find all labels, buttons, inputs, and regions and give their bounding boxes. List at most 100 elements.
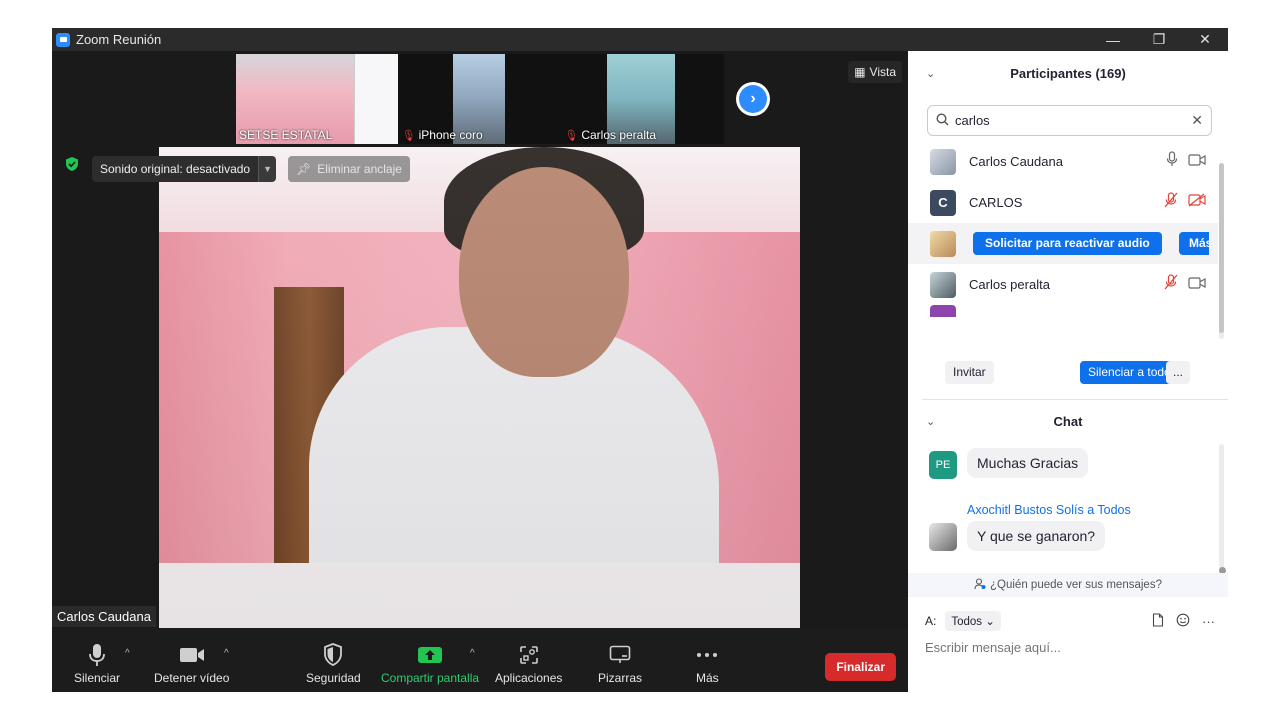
window-title: Zoom Reunión: [76, 32, 162, 47]
mute-button[interactable]: Silenciar: [74, 642, 120, 685]
thumbnail-setse-estatal[interactable]: SETSE ESTATAL: [236, 54, 399, 144]
original-sound-toggle[interactable]: Sonido original: desactivado ▼: [92, 156, 277, 182]
collapse-participants-icon[interactable]: ⌄: [926, 67, 935, 80]
avatar: [929, 523, 957, 551]
restore-button[interactable]: ❐: [1136, 28, 1182, 51]
video-camera-icon[interactable]: [1188, 276, 1206, 294]
invite-button[interactable]: Invitar: [945, 361, 994, 384]
recipient-select[interactable]: Todos ⌄: [945, 611, 1001, 631]
chevron-right-icon: ›: [739, 85, 767, 113]
avatar: [930, 271, 956, 298]
shield-icon: [323, 642, 343, 668]
search-value[interactable]: carlos: [955, 113, 1185, 128]
more-dots-icon[interactable]: ···: [1202, 614, 1215, 629]
chat-message: Muchas Gracias: [967, 448, 1089, 478]
zoom-app-icon: [56, 32, 70, 47]
chat-title: Chat: [1053, 413, 1083, 429]
end-meeting-button[interactable]: Finalizar: [825, 653, 896, 681]
participant-row[interactable]: [908, 305, 1218, 317]
apps-button[interactable]: Aplicaciones: [495, 642, 562, 685]
participants-header: ⌄ Participantes (169): [908, 51, 1228, 95]
stop-video-button[interactable]: Detener vídeo: [154, 642, 229, 685]
mic-muted-icon[interactable]: [1164, 274, 1178, 295]
clear-search-icon[interactable]: ✕: [1191, 112, 1203, 129]
avatar: [930, 230, 956, 257]
chevron-down-icon: ⌄: [985, 616, 995, 628]
video-area: SETSE ESTATAL 🎙︎ iPhone coro 🎙︎ Carlos p…: [52, 51, 908, 628]
avatar: [930, 148, 956, 175]
emoji-icon[interactable]: [1176, 613, 1190, 630]
video-off-icon[interactable]: [1188, 193, 1206, 212]
more-dots-icon: [696, 642, 718, 668]
request-unmute-button[interactable]: Solicitar para reactivar audio: [973, 232, 1162, 255]
participant-name: Carlos Caudana: [969, 154, 1063, 169]
participants-scrollbar[interactable]: [1219, 163, 1224, 339]
encryption-shield-icon[interactable]: [64, 156, 80, 172]
more-button[interactable]: Más: [696, 642, 719, 685]
participant-row[interactable]: Carlos peralta: [908, 264, 1218, 305]
participants-more-button[interactable]: ...: [1166, 361, 1190, 384]
whiteboards-button[interactable]: Pizarras: [598, 642, 642, 685]
share-screen-button[interactable]: Compartir pantalla: [381, 642, 479, 685]
participant-actions: Invitar Silenciar a todos ...: [908, 361, 1228, 389]
participant-list: Carlos Caudana C CARLOS Solicitar para r…: [908, 141, 1218, 317]
search-icon: [936, 112, 949, 129]
meeting-toolbar: Silenciar ^ Detener vídeo ^ Seguridad Co…: [52, 628, 908, 692]
apps-icon: [519, 642, 539, 668]
panel-divider: [922, 399, 1228, 400]
who-can-see-messages-link[interactable]: ¿Quién puede ver sus mensajes?: [908, 573, 1228, 597]
title-bar: Zoom Reunión — ❐ ✕: [52, 28, 1228, 51]
audio-options-caret-icon[interactable]: ^: [125, 648, 130, 659]
thumbnail-name: iPhone coro: [418, 128, 483, 142]
video-camera-icon[interactable]: [1188, 153, 1206, 171]
avatar: [930, 305, 956, 317]
mic-muted-icon: 🎙︎: [401, 129, 416, 142]
recipient-value: Todos: [951, 616, 983, 628]
video-options-caret-icon[interactable]: ^: [224, 648, 229, 659]
speaker-name-tag: Carlos Caudana: [52, 606, 156, 627]
to-label: A:: [925, 614, 937, 628]
chat-message: Y que se ganaron?: [967, 521, 1106, 551]
more-label: Más: [696, 671, 719, 685]
minimize-button[interactable]: —: [1090, 28, 1136, 51]
view-label: Vista: [869, 65, 896, 79]
participant-name: CARLOS: [969, 195, 1023, 210]
thumbnail-iphone-coro[interactable]: 🎙︎ iPhone coro: [398, 54, 562, 144]
chat-scrollbar[interactable]: [1219, 444, 1226, 574]
thumbnail-carlos-peralta[interactable]: 🎙︎ Carlos peralta: [561, 54, 725, 144]
grid-icon: ▦: [854, 65, 866, 79]
recipient-row: A: Todos ⌄ ···: [925, 610, 1215, 632]
file-icon[interactable]: [1152, 612, 1164, 630]
microphone-icon[interactable]: [1166, 151, 1178, 172]
share-screen-label: Compartir pantalla: [381, 671, 480, 685]
view-button[interactable]: ▦ Vista: [848, 61, 902, 83]
mic-muted-icon[interactable]: [1164, 192, 1178, 213]
mic-muted-icon: 🎙︎: [564, 129, 579, 142]
participant-row[interactable]: Solicitar para reactivar audio Más: [908, 223, 1218, 264]
participant-row[interactable]: C CARLOS: [908, 182, 1218, 223]
participant-more-button[interactable]: Más: [1179, 232, 1209, 255]
chat-sender[interactable]: Axochitl Bustos Solís a Todos: [967, 503, 1131, 517]
stop-video-label: Detener vídeo: [154, 671, 230, 685]
next-page-button[interactable]: ›: [736, 82, 770, 116]
chat-message-input[interactable]: [925, 640, 1215, 655]
participant-row[interactable]: Carlos Caudana: [908, 141, 1218, 182]
close-window-button[interactable]: ✕: [1182, 28, 1228, 51]
original-sound-label: Sonido original: desactivado: [92, 156, 259, 182]
chat-header: ⌄ Chat: [908, 401, 1228, 441]
share-options-caret-icon[interactable]: ^: [470, 648, 475, 659]
participant-name: Carlos peralta: [969, 277, 1050, 292]
apps-label: Aplicaciones: [495, 671, 563, 685]
who-sees-label: ¿Quién puede ver sus mensajes?: [990, 579, 1162, 591]
shared-doc-preview: [354, 54, 398, 144]
participants-title: Participantes (169): [1010, 65, 1126, 81]
security-button[interactable]: Seguridad: [306, 642, 361, 685]
video-camera-icon: [179, 642, 205, 668]
microphone-icon: [88, 642, 106, 668]
mute-label: Silenciar: [74, 671, 121, 685]
collapse-chat-icon[interactable]: ⌄: [926, 415, 935, 428]
unpin-button[interactable]: 📌︎ Eliminar anclaje: [288, 156, 410, 182]
participant-search-field[interactable]: carlos ✕: [927, 105, 1212, 136]
whiteboard-icon: [609, 642, 631, 668]
chevron-down-icon[interactable]: ▼: [258, 156, 277, 182]
